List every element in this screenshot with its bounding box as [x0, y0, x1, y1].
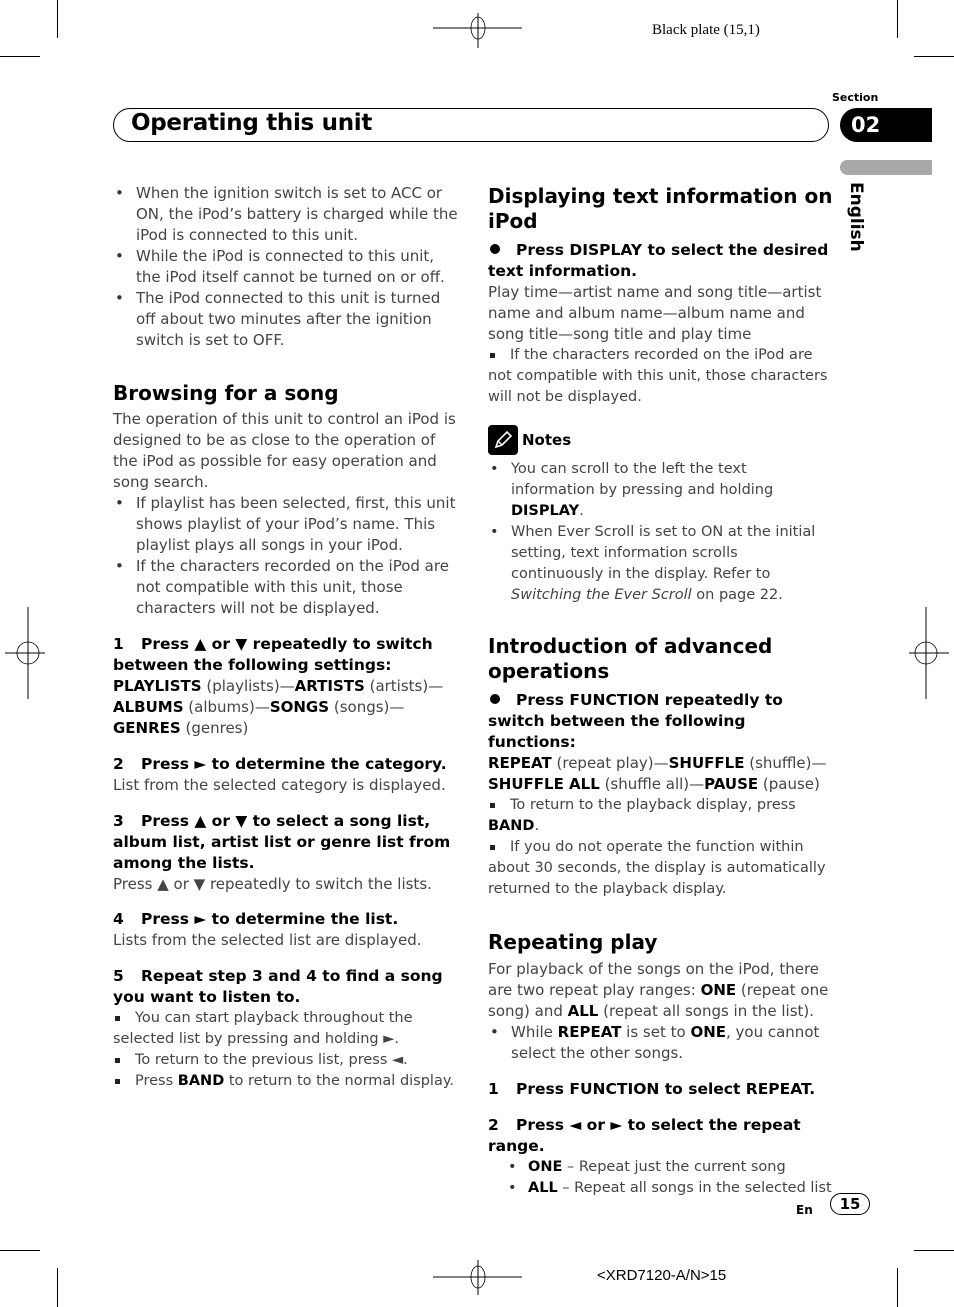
repeat-option: ALL – Repeat all songs in the selected l…	[488, 1178, 833, 1199]
heading-displaying: Displaying text information on iPod	[488, 184, 833, 233]
advanced-note: If you do not operate the function withi…	[488, 837, 833, 900]
step-4-body: Lists from the selected list are display…	[113, 931, 422, 949]
repeat-step-2: 2 Press ◄ or ► to select the repeat range…	[488, 1116, 801, 1155]
language-label: English	[846, 182, 866, 252]
browsing-body: The operation of this unit to control an…	[113, 410, 456, 491]
crop-mark	[0, 1250, 40, 1251]
browsing-bullet: If playlist has been selected, first, th…	[113, 493, 458, 556]
step-4: 4 Press ► to determine the list.	[113, 910, 399, 928]
crop-mark	[914, 56, 954, 57]
heading-advanced: Introduction of advanced operations	[488, 634, 773, 683]
repeating-bullet: While REPEAT is set to ONE, you cannot s…	[488, 1022, 833, 1064]
step-5: 5 Repeat step 3 and 4 to find a song you …	[113, 967, 443, 1006]
page-number: 15	[830, 1193, 870, 1215]
crop-mark	[897, 0, 898, 38]
crop-mark	[914, 1250, 954, 1251]
repeating-body: For playback of the songs on the iPod, t…	[488, 960, 829, 1020]
intro-bullet: While the iPod is connected to this unit…	[113, 246, 458, 288]
notes-header: Notes	[488, 425, 833, 455]
page-title: Operating this unit	[131, 110, 373, 136]
step-5-note: You can start playback throughout the se…	[113, 1008, 458, 1050]
repeat-step-1: 1 Press FUNCTION to select REPEAT.	[488, 1080, 816, 1098]
notes-item: You can scroll to the left the text info…	[488, 459, 833, 522]
registration-mark-left	[5, 607, 45, 699]
page-reference: Switching the Ever Scroll	[511, 587, 692, 603]
displaying-note: If the characters recorded on the iPod a…	[488, 345, 833, 408]
step-2: 2 Press ► to determine the category.	[113, 755, 447, 773]
left-column: When the ignition switch is set to ACC o…	[113, 183, 458, 1092]
crop-mark	[57, 1268, 58, 1307]
pencil-icon	[488, 425, 518, 455]
right-column: Displaying text information on iPod Pres…	[488, 184, 833, 1199]
language-tab	[840, 160, 932, 175]
browsing-bullet: If the characters recorded on the iPod a…	[113, 556, 458, 619]
repeat-option: ONE – Repeat just the current song	[488, 1157, 833, 1178]
notes-item: When Ever Scroll is set to ON at the ini…	[488, 522, 833, 606]
step-2-body: List from the selected category is displ…	[113, 776, 446, 794]
heading-browsing: Browsing for a song	[113, 381, 339, 405]
intro-bullet: The iPod connected to this unit is turne…	[113, 288, 458, 351]
heading-repeating: Repeating play	[488, 930, 658, 954]
intro-bullet: When the ignition switch is set to ACC o…	[113, 183, 458, 246]
step-3-body: Press ▲ or ▼ repeatedly to switch the li…	[113, 875, 432, 893]
step-3: 3 Press ▲ or ▼ to select a song list, alb…	[113, 812, 451, 872]
registration-mark-top	[433, 13, 522, 48]
function-list: REPEAT (repeat play)—SHUFFLE (shuffle)— S…	[488, 754, 827, 793]
displaying-step: Press DISPLAY to select the desired text…	[488, 241, 829, 280]
displaying-body: Play time—artist name and song title—art…	[488, 283, 822, 343]
registration-mark-bottom	[433, 1260, 522, 1295]
section-number: 02	[840, 108, 932, 142]
crop-mark	[0, 56, 40, 57]
notes-label: Notes	[522, 430, 572, 449]
bullet-dot-icon	[490, 694, 500, 704]
category-list: PLAYLISTS (playlists)—ARTISTS (artists)—…	[113, 677, 444, 737]
advanced-note: To return to the playback display, press…	[488, 795, 833, 837]
registration-mark-right	[909, 607, 949, 699]
section-label: Section	[832, 91, 879, 104]
step-1: 1 Press ▲ or ▼ repeatedly to switch betwe…	[113, 635, 433, 674]
document-code: <XRD7120-A/N>15	[597, 1267, 727, 1284]
crop-mark	[57, 0, 58, 38]
language-code: En	[796, 1203, 813, 1217]
advanced-step: Press FUNCTION repeatedly to switch betw…	[488, 691, 783, 751]
plate-label: Black plate (15,1)	[652, 22, 760, 38]
step-5-note: Press BAND to return to the normal displ…	[113, 1071, 458, 1092]
bullet-dot-icon	[490, 244, 500, 254]
crop-mark	[897, 1268, 898, 1307]
step-5-note: To return to the previous list, press ◄.	[113, 1050, 458, 1071]
